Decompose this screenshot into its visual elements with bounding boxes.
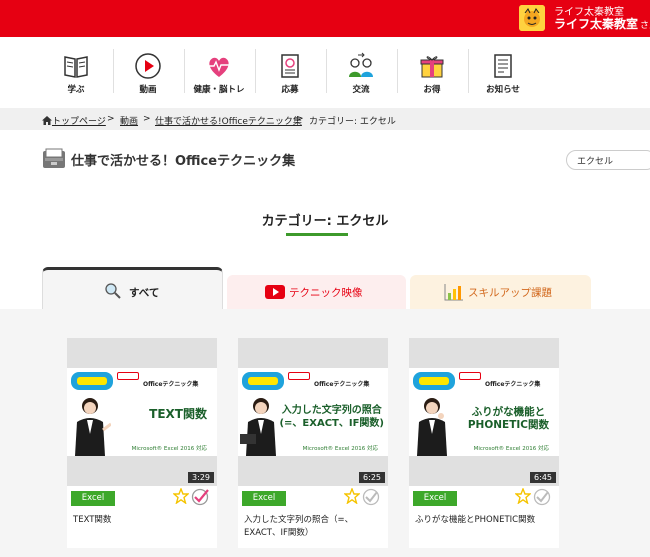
program-logo <box>413 372 455 390</box>
video-thumbnail[interactable]: Officeテクニック集 TEXT関数 Microsoft® Excel 201… <box>67 338 217 486</box>
breadcrumb-current: カテゴリー: エクセル <box>309 117 396 127</box>
subtitle-badge <box>459 372 481 380</box>
presenter-image <box>75 398 111 456</box>
nav-label: 応募 <box>281 85 299 95</box>
favorite-star-icon[interactable] <box>344 488 360 504</box>
page-title: 仕事で活かせる！Officeテクニック集 <box>71 154 296 169</box>
nav-item-apply[interactable]: 応募 <box>254 47 326 102</box>
tab-skill-label: スキルアップ課題 <box>468 287 552 299</box>
video-duration: 3:29 <box>188 472 214 483</box>
video-title[interactable]: ふりがな機能とPHONETIC関数 <box>415 514 555 527</box>
favorite-star-icon[interactable] <box>173 488 189 504</box>
video-duration: 6:45 <box>530 472 556 483</box>
nav-item-learn[interactable]: 学ぶ <box>40 47 112 102</box>
program-logo <box>242 372 284 390</box>
video-card[interactable]: Officeテクニック集 入力した文字列の照合 (=、EXACT、IF関数) M… <box>238 338 388 548</box>
breadcrumb-home[interactable]: トップページ <box>42 114 106 127</box>
thumbnail-brand: Officeテクニック集 <box>485 381 541 388</box>
nav-label: お得 <box>423 85 441 95</box>
video-card[interactable]: Officeテクニック集 TEXT関数 Microsoft® Excel 201… <box>67 338 217 548</box>
video-title[interactable]: 入力した文字列の照合（=、EXACT、IF関数） <box>244 514 384 540</box>
subtitle-badge <box>288 372 310 380</box>
breadcrumb-separator: > <box>143 114 151 124</box>
nav-item-video[interactable]: 動画 <box>112 47 184 102</box>
presenter-image <box>417 398 447 456</box>
home-icon <box>42 116 52 125</box>
tab-all-label: すべて <box>129 287 160 299</box>
tab-skill-up[interactable]: スキルアップ課題 <box>410 275 591 309</box>
thumbnail-image: Officeテクニック集 TEXT関数 Microsoft® Excel 201… <box>67 368 217 456</box>
video-thumbnail[interactable]: Officeテクニック集 入力した文字列の照合 (=、EXACT、IF関数) M… <box>238 338 388 486</box>
tray-icon <box>43 148 65 168</box>
thumbnail-version: Microsoft® Excel 2016 対応 <box>473 446 549 452</box>
tab-technique-video[interactable]: テクニック映像 <box>227 275 406 309</box>
nav-item-deals[interactable]: お得 <box>396 47 468 102</box>
category-select[interactable]: エクセル <box>566 150 650 170</box>
breadcrumb-home-label: トップページ <box>52 117 106 127</box>
video-title[interactable]: TEXT関数 <box>73 514 213 527</box>
heading-underline <box>286 233 348 236</box>
thumbnail-headline: TEXT関数 <box>149 407 207 421</box>
main-nav: 学ぶ 動画 健康・脳トレ 応募 交流 お得 お知らせ <box>0 37 650 105</box>
people-exchange-icon <box>349 52 373 77</box>
nav-item-health[interactable]: 健康・脳トレ <box>183 47 255 102</box>
thumbnail-version: Microsoft® Excel 2016 対応 <box>302 446 378 452</box>
presenter-image <box>240 398 276 456</box>
subtitle-badge <box>117 372 139 380</box>
thumbnail-headline: ふりがな機能と PHONETIC関数 <box>467 406 549 431</box>
breadcrumb-separator: > <box>296 114 304 124</box>
tab-all[interactable]: すべて <box>42 267 223 309</box>
watched-check-icon[interactable] <box>191 488 209 506</box>
user-name-text: ライフ太秦教室 <box>554 17 639 31</box>
category-tag[interactable]: Excel <box>413 491 457 506</box>
breadcrumb-separator: > <box>107 114 115 124</box>
notice-icon <box>494 54 512 78</box>
video-thumbnail[interactable]: Officeテクニック集 ふりがな機能と PHONETIC関数 Microsof… <box>409 338 559 486</box>
top-header-bar: ライフ太秦教室 ライフ太秦教室さん <box>0 0 650 37</box>
thumbnail-image: Officeテクニック集 ふりがな機能と PHONETIC関数 Microsof… <box>409 368 559 456</box>
category-heading: カテゴリー: エクセル <box>261 214 389 229</box>
breadcrumb-video[interactable]: 動画 <box>120 114 138 127</box>
program-logo <box>71 372 113 390</box>
breadcrumb: トップページ > 動画 > 仕事で活かせる!Officeテクニック集 > カテゴ… <box>0 108 650 130</box>
watched-check-icon[interactable] <box>533 488 551 506</box>
breadcrumb-series[interactable]: 仕事で活かせる!Officeテクニック集 <box>155 114 302 127</box>
thumbnail-headline: 入力した文字列の照合 (=、EXACT、IF関数) <box>279 405 384 429</box>
nav-item-exchange[interactable]: 交流 <box>325 47 397 102</box>
user-avatar[interactable] <box>519 5 545 31</box>
bar-chart-icon <box>444 284 463 301</box>
nav-label: 健康・脳トレ <box>193 85 245 95</box>
video-card[interactable]: Officeテクニック集 ふりがな機能と PHONETIC関数 Microsof… <box>409 338 559 548</box>
heart-pulse-icon <box>208 57 230 77</box>
application-form-icon <box>281 54 299 78</box>
tab-video-label: テクニック映像 <box>289 287 363 299</box>
search-icon <box>105 283 121 299</box>
nav-item-notice[interactable]: お知らせ <box>467 47 539 102</box>
nav-label: 学ぶ <box>67 85 85 95</box>
thumbnail-version: Microsoft® Excel 2016 対応 <box>131 446 207 452</box>
video-play-icon <box>265 285 285 299</box>
nav-label: お知らせ <box>486 85 520 95</box>
play-icon <box>135 53 161 79</box>
book-icon <box>64 56 88 78</box>
nav-label: 交流 <box>352 85 370 95</box>
nav-label: 動画 <box>139 85 157 95</box>
thumbnail-image: Officeテクニック集 入力した文字列の照合 (=、EXACT、IF関数) M… <box>238 368 388 456</box>
category-tag[interactable]: Excel <box>242 491 286 506</box>
watched-check-icon[interactable] <box>362 488 380 506</box>
thumbnail-brand: Officeテクニック集 <box>143 381 199 388</box>
gift-icon <box>420 56 444 78</box>
category-select-value: エクセル <box>577 157 614 167</box>
user-suffix: さん <box>640 21 650 31</box>
user-name[interactable]: ライフ太秦教室さん <box>554 15 650 32</box>
category-tag[interactable]: Excel <box>71 491 115 506</box>
thumbnail-brand: Officeテクニック集 <box>314 381 370 388</box>
favorite-star-icon[interactable] <box>515 488 531 504</box>
video-duration: 6:25 <box>359 472 385 483</box>
